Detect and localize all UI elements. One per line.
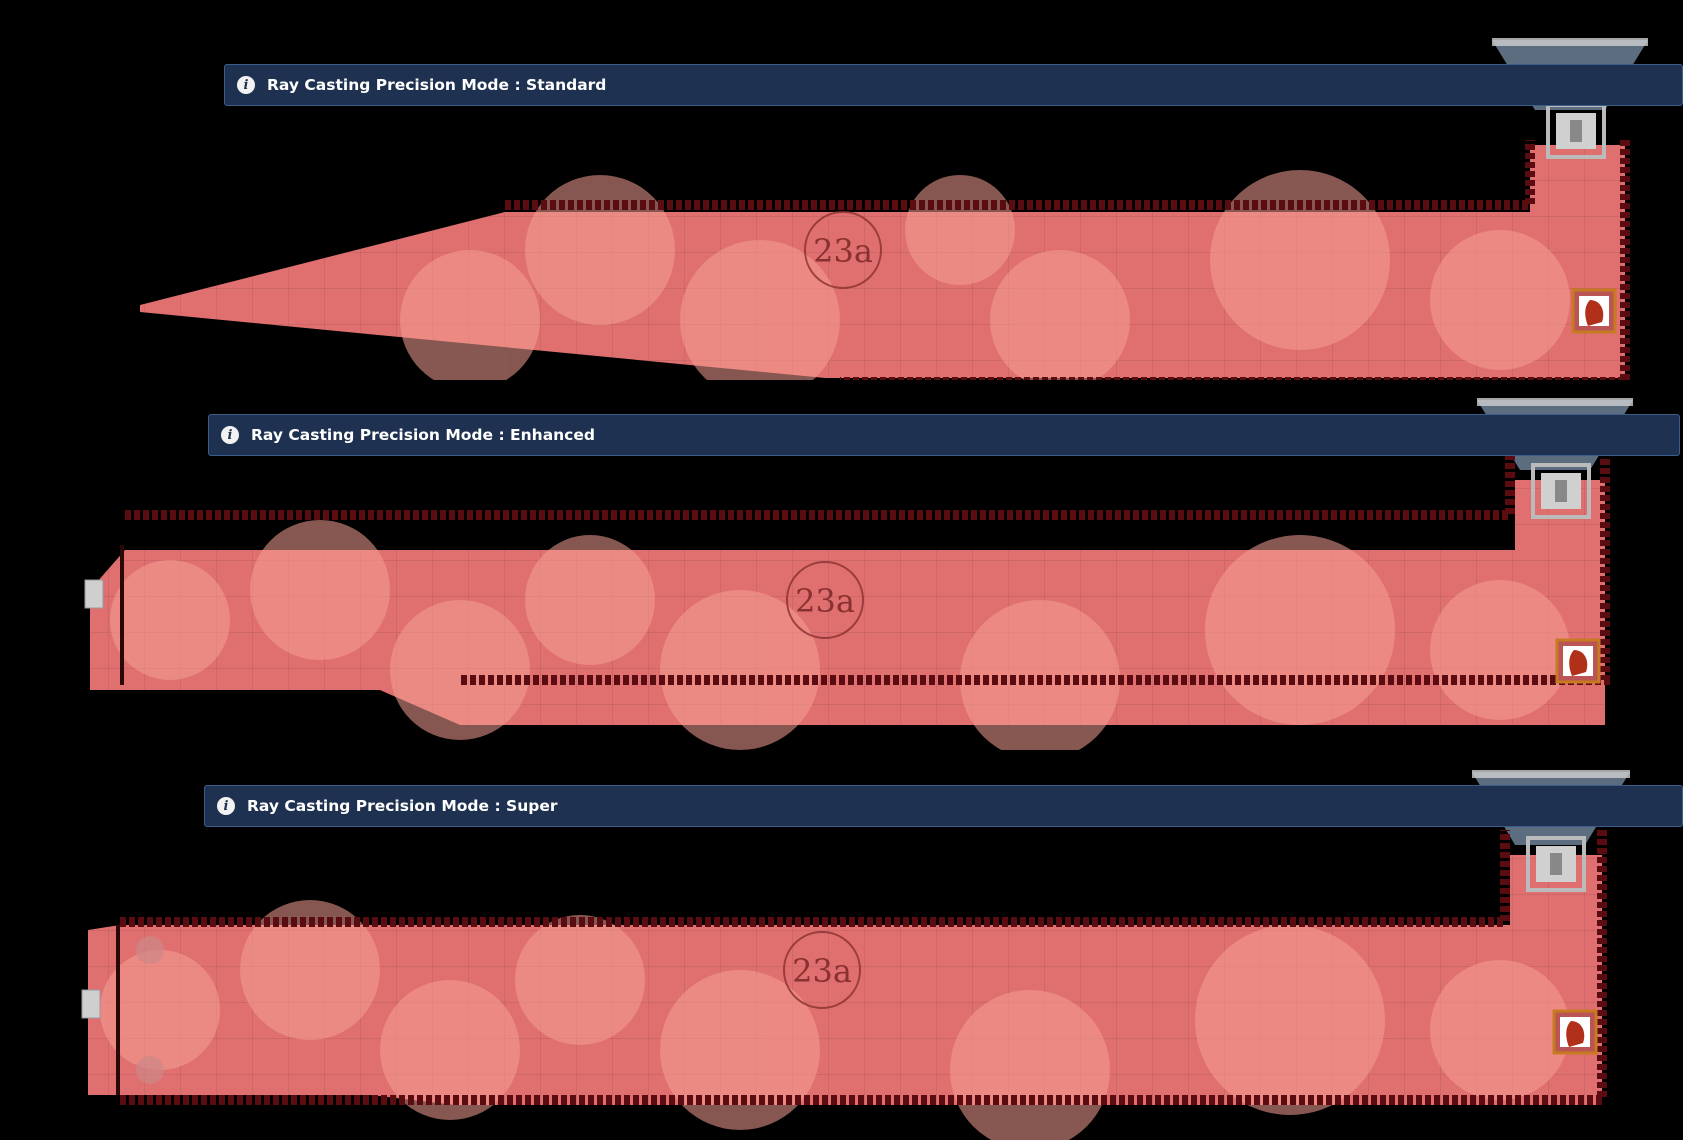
wall bbox=[125, 450, 1515, 520]
room-label: 23a bbox=[792, 952, 852, 990]
window-icon bbox=[84, 579, 104, 609]
ceiling-fixture bbox=[1492, 38, 1648, 46]
debris-marker bbox=[136, 936, 164, 964]
ceiling-fixture bbox=[1472, 770, 1630, 778]
ceiling-fixture bbox=[1477, 398, 1633, 406]
precision-mode-notice: i Ray Casting Precision Mode : Standard bbox=[224, 64, 1683, 106]
precision-mode-notice: i Ray Casting Precision Mode : Enhanced bbox=[208, 414, 1680, 456]
window-icon bbox=[81, 989, 101, 1019]
scene-panel-standard: 23a i Ray Casting Precision Mode : Stand… bbox=[0, 0, 1683, 380]
room-label: 23a bbox=[795, 582, 855, 620]
precision-mode-notice: i Ray Casting Precision Mode : Super bbox=[204, 785, 1683, 827]
notice-text: Ray Casting Precision Mode : Super bbox=[247, 797, 558, 815]
info-icon: i bbox=[221, 426, 239, 444]
room-label: 23a bbox=[813, 232, 873, 270]
scene-panel-enhanced: 23a i Ray Casting Precision Mode : Enhan… bbox=[0, 380, 1683, 750]
debris-marker bbox=[136, 1056, 164, 1084]
scene-panel-super: 23a i Ray Casting Precision Mode : Super bbox=[0, 750, 1683, 1140]
notice-text: Ray Casting Precision Mode : Standard bbox=[267, 76, 607, 94]
map-canvas[interactable]: 23a bbox=[0, 0, 1683, 380]
info-icon: i bbox=[237, 76, 255, 94]
wall bbox=[505, 140, 1535, 210]
notice-text: Ray Casting Precision Mode : Enhanced bbox=[251, 426, 595, 444]
info-icon: i bbox=[217, 797, 235, 815]
